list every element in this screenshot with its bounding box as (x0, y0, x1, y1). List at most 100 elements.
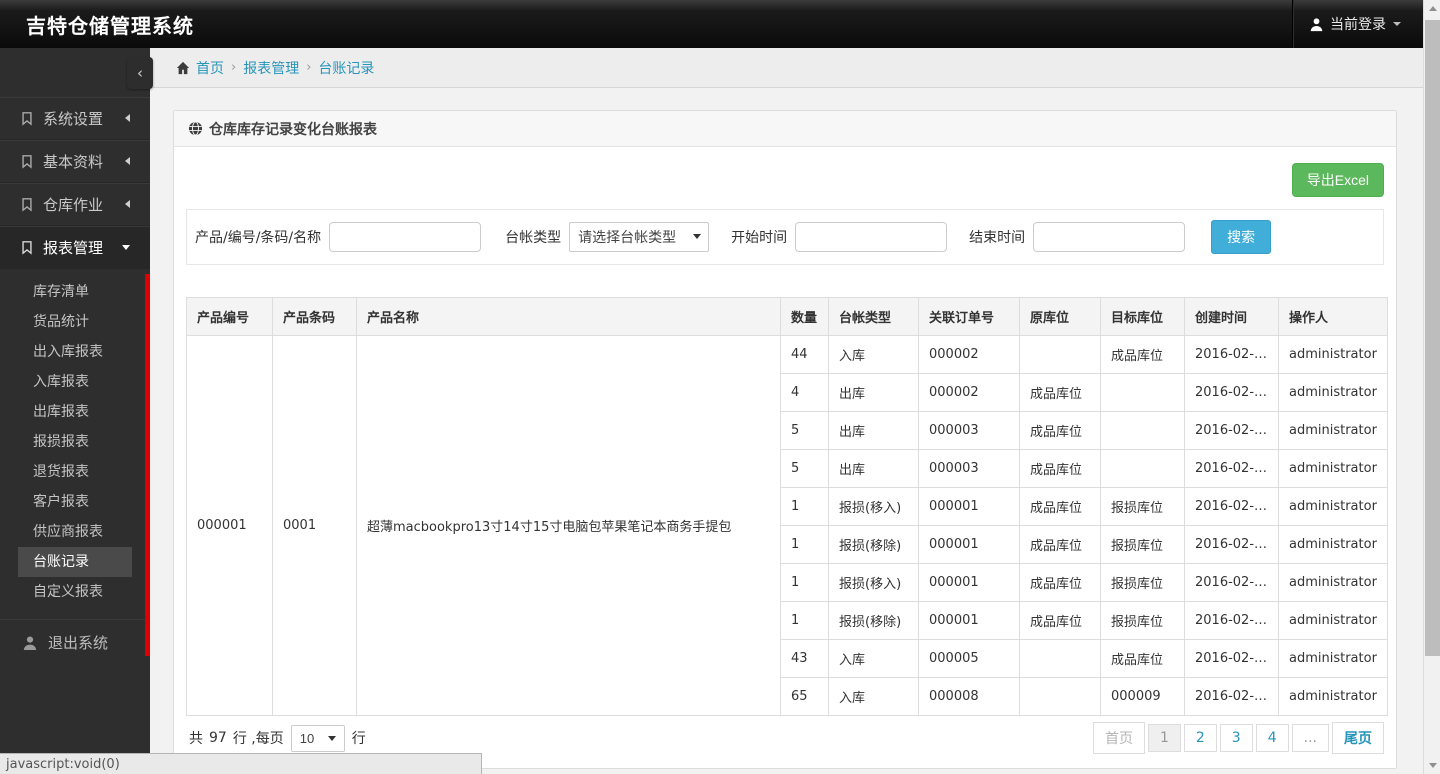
table-row: 000001 0001 超薄macbookpro13寸14寸15寸电脑包苹果笔记本商… (186, 335, 1388, 716)
page-button[interactable]: 4 (1255, 724, 1289, 752)
scroll-up-button[interactable] (1424, 0, 1440, 17)
cell-ledger-type: 报损(移除) (828, 525, 919, 564)
sidebar-submenu-item[interactable]: 出库报表 (0, 397, 138, 427)
cell-source-location: 成品库位 (1019, 525, 1101, 564)
cell-operator: administrator (1278, 373, 1388, 412)
scroll-down-button[interactable] (1424, 757, 1440, 774)
start-time-input[interactable] (795, 222, 948, 252)
keyword-label: 产品/编号/条码/名称 (195, 230, 322, 246)
sidebar-submenu-item[interactable]: 出入库报表 (0, 337, 138, 367)
user-menu[interactable]: 当前登录 (1292, 0, 1423, 48)
user-icon (22, 635, 38, 651)
sidebar-item-warehouse-ops[interactable]: 仓库作业 (0, 183, 150, 226)
cell-ledger-type: 报损(移入) (828, 563, 919, 602)
sidebar-submenu: 库存清单 货品统计 出入库报表 入库报表 出库报表 报损报表 退货报表 客户报表 供应商报表 台账… (0, 269, 150, 617)
cell-quantity: 1 (780, 563, 829, 602)
chevron-left-icon (121, 157, 130, 165)
active-menu-rail (145, 274, 150, 656)
table-body: 000001 0001 超薄macbookpro13寸14寸15寸电脑包苹果笔记本商… (186, 335, 1388, 716)
cell-source-location (1019, 677, 1101, 716)
page-ellipsis: ... (1291, 724, 1329, 752)
cell-operator: administrator (1278, 601, 1388, 640)
cell-ledger-type: 出库 (828, 449, 919, 488)
last-page-button[interactable]: 尾页 (1332, 722, 1384, 754)
cell-target-location (1100, 449, 1185, 488)
sidebar-item-reports[interactable]: 报表管理 (0, 226, 150, 269)
sidebar-item-logout[interactable]: 退出系统 (0, 619, 150, 665)
cell-source-location: 成品库位 (1019, 449, 1101, 488)
sidebar-submenu-item[interactable]: 入库报表 (0, 367, 138, 397)
cell-order-no: 000005 (918, 639, 1020, 678)
sidebar-submenu-item[interactable]: 自定义报表 (0, 577, 138, 607)
sidebar-submenu-item[interactable]: 货品统计 (0, 307, 138, 337)
sidebar-submenu-item[interactable]: 客户报表 (0, 487, 138, 517)
cell-order-no: 000002 (918, 373, 1020, 412)
status-text: javascript:void(0) (6, 756, 120, 772)
cell-ledger-type: 报损(移除) (828, 601, 919, 640)
cell-ledger-type: 入库 (828, 677, 919, 716)
cell-ledger-type: 出库 (828, 373, 919, 412)
breadcrumb-ledger[interactable]: 台账记录 (318, 58, 374, 78)
chevron-down-icon (1393, 22, 1401, 30)
cell-order-no: 000008 (918, 677, 1020, 716)
cell-created-date: 2016-02-13 (1184, 639, 1279, 678)
page-button[interactable]: 2 (1183, 724, 1217, 752)
cell-operator: administrator (1278, 335, 1388, 374)
sidebar-submenu-item[interactable]: 退货报表 (0, 457, 138, 487)
sidebar-collapse-button[interactable]: ‹ (127, 57, 153, 89)
sidebar: 系统设置 基本资料 仓库作业 报表管理 库存清单 货品统计 出入库报表 入库报表 出库报… (0, 48, 150, 774)
column-header: 产品条码 (272, 297, 357, 336)
sidebar-submenu-item[interactable]: 台账记录 (18, 547, 132, 577)
filter-bar: 产品/编号/条码/名称 台帐类型 请选择台帐类型 开始时间 结束时间 搜索 (186, 209, 1384, 265)
browser-status-bar: javascript:void(0) (0, 753, 482, 774)
column-header: 数量 (780, 297, 829, 336)
bookmark-icon (20, 154, 34, 169)
cell-order-no: 000001 (918, 487, 1020, 526)
search-button[interactable]: 搜索 (1211, 220, 1272, 254)
cell-target-location: 报损库位 (1100, 525, 1185, 564)
cell-target-location: 报损库位 (1100, 563, 1185, 602)
home-icon (176, 61, 190, 75)
main-content: 首页 › 报表管理 › 台账记录 仓库库存记录变化台账报表 导出Excel 产品… (150, 48, 1423, 774)
product-code: 000001 (186, 335, 273, 716)
cell-source-location (1019, 639, 1101, 678)
cell-operator: administrator (1278, 525, 1388, 564)
sidebar-item-system-settings[interactable]: 系统设置 (0, 97, 150, 140)
end-time-input[interactable] (1033, 222, 1186, 252)
per-page-select[interactable]: 10 (290, 724, 345, 752)
cell-quantity: 5 (780, 411, 829, 450)
bookmark-icon (20, 240, 34, 255)
product-barcode: 0001 (272, 335, 357, 716)
cell-source-location: 成品库位 (1019, 487, 1101, 526)
cell-created-date: 2016-02-13 (1184, 525, 1279, 564)
cell-created-date: 2016-02-13 (1184, 411, 1279, 450)
cell-quantity: 1 (780, 601, 829, 640)
breadcrumb-reports[interactable]: 报表管理 (243, 58, 299, 78)
app-title: 吉特仓储管理系统 (26, 13, 194, 38)
cell-quantity: 43 (780, 639, 829, 678)
cell-ledger-type: 报损(移入) (828, 487, 919, 526)
breadcrumb-home[interactable]: 首页 (196, 58, 224, 78)
keyword-input[interactable] (329, 222, 482, 252)
column-header: 目标库位 (1100, 297, 1185, 336)
cell-target-location: 成品库位 (1100, 639, 1185, 678)
cell-created-date: 2016-02-12 (1184, 373, 1279, 412)
cell-created-date: 2016-02-13 (1184, 487, 1279, 526)
sidebar-submenu-item[interactable]: 供应商报表 (0, 517, 138, 547)
cell-quantity: 65 (780, 677, 829, 716)
sidebar-submenu-item[interactable]: 报损报表 (0, 427, 138, 457)
vertical-scrollbar[interactable] (1423, 0, 1440, 774)
column-header: 台帐类型 (828, 297, 919, 336)
scrollbar-thumb[interactable] (1425, 20, 1440, 656)
page-button[interactable]: 3 (1219, 724, 1253, 752)
sidebar-submenu-item[interactable]: 库存清单 (0, 277, 138, 307)
sidebar-item-basic-data[interactable]: 基本资料 (0, 140, 150, 183)
cell-quantity: 5 (780, 449, 829, 488)
export-excel-button[interactable]: 导出Excel (1291, 163, 1384, 197)
cell-source-location: 成品库位 (1019, 563, 1101, 602)
cell-source-location (1019, 335, 1101, 374)
column-header: 关联订单号 (918, 297, 1020, 336)
ledger-type-select[interactable]: 请选择台帐类型 (569, 222, 710, 252)
total-rows: 97 (209, 730, 227, 746)
cell-target-location: 成品库位 (1100, 335, 1185, 374)
